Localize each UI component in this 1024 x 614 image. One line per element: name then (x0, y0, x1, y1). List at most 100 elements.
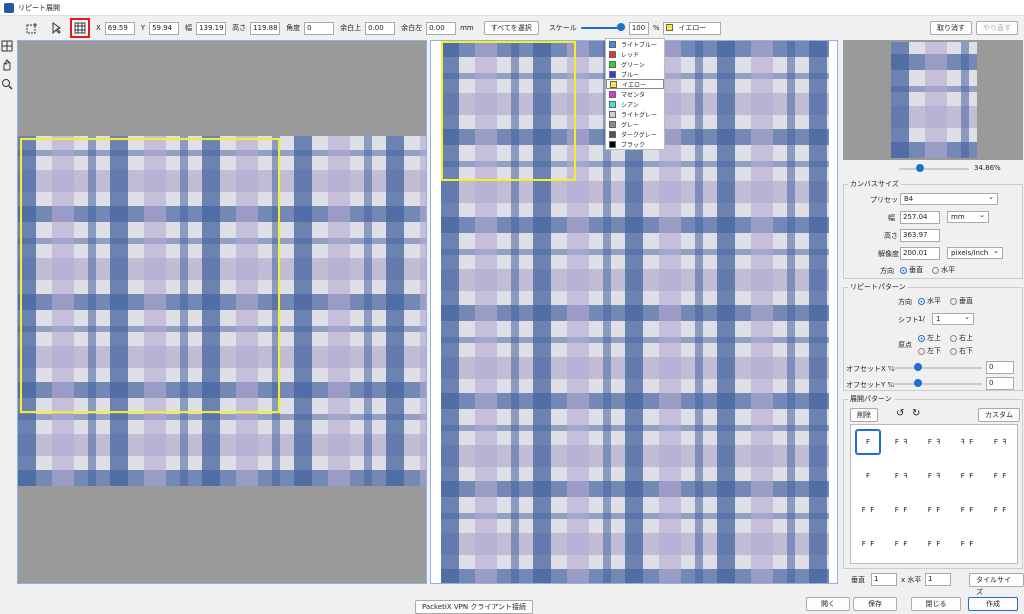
pattern-option[interactable]: F F (921, 531, 947, 557)
preset-select[interactable]: B4 (900, 192, 998, 205)
color-menu-item[interactable]: グレー (606, 119, 664, 129)
orientation-vertical-radio[interactable]: 垂直 (900, 265, 923, 275)
select-all-button[interactable]: すべてを選択 (483, 21, 539, 35)
pattern-option[interactable]: F ꟻ (888, 463, 914, 489)
repeat-horizontal-radio[interactable]: 水平 (918, 296, 941, 306)
hand-tool-icon[interactable] (1, 59, 15, 73)
color-swatch (609, 120, 616, 128)
color-menu-item[interactable]: グリーン (606, 59, 664, 69)
offset-x-thumb[interactable] (913, 363, 922, 371)
scale-slider[interactable] (580, 23, 625, 33)
margin-top-field[interactable]: 0.00 (365, 21, 396, 35)
pattern-option[interactable]: F F (855, 497, 881, 523)
resolution-label: 解像度 (878, 250, 899, 258)
color-menu-label: レッド (621, 51, 640, 59)
pattern-option[interactable]: F ꟻ (987, 429, 1013, 455)
pattern-option[interactable]: F (855, 463, 881, 489)
color-menu-item[interactable]: ライトグレー (606, 109, 664, 119)
color-menu-item[interactable]: マゼンタ (606, 89, 664, 99)
offset-y-thumb[interactable] (913, 379, 922, 387)
radio-icon (918, 334, 925, 342)
margin-left-field[interactable]: 0.00 (426, 21, 457, 35)
shift-label: シフト (898, 316, 919, 324)
scale-slider-thumb[interactable] (616, 23, 625, 31)
origin-bottom-left-radio[interactable]: 左下 (918, 346, 941, 356)
shift-select[interactable]: 1 (932, 312, 974, 325)
y-field[interactable]: 59.94 (149, 21, 180, 35)
repeat-pattern-title: リピートパターン (848, 282, 908, 292)
repeat-pattern-group: リピートパターン 方向 水平 垂直 シフト 1/ 1 原点 左上 右上 左下 右… (843, 282, 1023, 391)
undo-button[interactable]: 取り消す (930, 21, 972, 35)
grid-select-tool-icon[interactable] (22, 18, 42, 38)
origin-top-right-radio[interactable]: 右上 (950, 333, 973, 343)
zoom-icon[interactable] (1, 78, 15, 92)
rotate-right-icon[interactable]: ↻ (912, 408, 920, 419)
canvas-width-field[interactable]: 257.04 (900, 211, 940, 224)
title-bar: リピート展開 (0, 0, 1024, 16)
offset-x-field[interactable]: 0 (986, 361, 1014, 374)
color-menu-item[interactable]: レッド (606, 49, 664, 59)
color-menu-item[interactable]: ライトブルー (606, 39, 664, 49)
pattern-option[interactable]: F F (888, 531, 914, 557)
rotate-left-icon[interactable]: ↺ (896, 408, 904, 419)
pattern-option[interactable]: F ꟻ (921, 463, 947, 489)
canvas-height-field[interactable]: 363.97 (900, 229, 940, 242)
color-menu-item[interactable]: ブラック (606, 139, 664, 149)
grid-tool-icon[interactable] (1, 40, 15, 54)
pattern-option[interactable]: F F (888, 497, 914, 523)
source-canvas[interactable] (17, 40, 427, 584)
pattern-option[interactable]: F F (855, 531, 881, 557)
pattern-option[interactable]: ꟻ F (954, 429, 980, 455)
tile-size-button[interactable]: タイルサイズ (969, 573, 1024, 596)
pattern-option[interactable]: F ꟻ (921, 429, 947, 455)
canvas-unit-select[interactable]: mm (947, 210, 989, 223)
pattern-option[interactable]: F F (954, 497, 980, 523)
scale-field[interactable]: 100 (628, 21, 649, 35)
width-field[interactable]: 139.19 (196, 21, 227, 35)
pattern-option[interactable]: F F (987, 463, 1013, 489)
orientation-horizontal-radio[interactable]: 水平 (932, 265, 955, 275)
repeat-vertical-radio[interactable]: 垂直 (950, 296, 973, 306)
offset-x-slider[interactable] (890, 363, 982, 373)
preview-zoom-slider[interactable] (899, 164, 969, 174)
origin-bottom-right-radio[interactable]: 右下 (950, 346, 973, 356)
color-swatch (609, 110, 616, 118)
color-menu-item[interactable]: ブルー (606, 69, 664, 79)
pattern-option[interactable]: F F (921, 497, 947, 523)
close-button[interactable]: 閉じる (911, 597, 961, 611)
pattern-option[interactable]: F F (954, 531, 980, 557)
delete-button[interactable]: 削除 (850, 408, 878, 422)
color-menu-item[interactable]: イエロー (606, 79, 664, 89)
repeat-grid-tool-icon[interactable] (70, 18, 90, 38)
color-menu-item[interactable]: シアン (606, 99, 664, 109)
pattern-option[interactable]: F (855, 429, 881, 455)
repeat-direction-label: 方向 (898, 298, 912, 306)
open-button[interactable]: 開く (806, 597, 850, 611)
angle-field[interactable]: 0 (304, 21, 335, 35)
x-field[interactable]: 69.59 (104, 21, 135, 35)
offset-y-field[interactable]: 0 (986, 377, 1014, 390)
pointer-tool-icon[interactable] (46, 18, 66, 38)
height-field[interactable]: 119.88 (250, 21, 281, 35)
color-dropdown[interactable]: イエロー (663, 21, 722, 35)
selection-rectangle[interactable] (20, 138, 280, 413)
tile-horizontal-label: x 水平 (901, 576, 922, 584)
resolution-field[interactable]: 200.01 (900, 247, 940, 260)
offset-y-slider[interactable] (890, 379, 982, 389)
pattern-option[interactable]: F ꟻ (888, 429, 914, 455)
tile-horizontal-field[interactable]: 1 (925, 573, 951, 586)
create-button[interactable]: 作成 (968, 597, 1018, 611)
pattern-option[interactable]: F F (954, 463, 980, 489)
redo-button[interactable]: やり直す (976, 21, 1018, 35)
color-menu-item[interactable]: ダークグレー (606, 129, 664, 139)
color-dropdown-value: イエロー (678, 23, 707, 32)
origin-top-left-radio[interactable]: 左上 (918, 333, 941, 343)
taskbar-item[interactable]: PacketiX VPN クライアント接続 (415, 600, 534, 614)
color-swatch (609, 130, 616, 138)
preview-zoom-thumb[interactable] (916, 164, 924, 172)
resolution-unit-select[interactable]: pixels/inch (947, 246, 1003, 259)
tile-vertical-field[interactable]: 1 (871, 573, 897, 586)
save-button[interactable]: 保存 (853, 597, 897, 611)
custom-button[interactable]: カスタム (978, 408, 1020, 422)
pattern-option[interactable]: F F (987, 497, 1013, 523)
